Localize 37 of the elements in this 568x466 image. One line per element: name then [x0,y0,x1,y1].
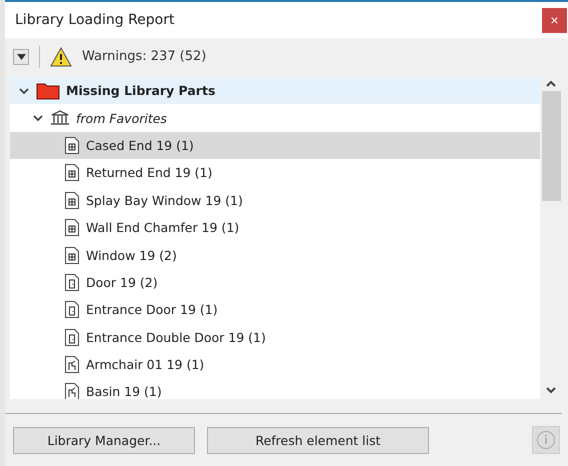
tree-label: Door 19 (2) [86,274,158,290]
folder-icon [36,82,60,100]
tree-label: Cased End 19 (1) [86,138,194,153]
tree-label: Splay Bay Window 19 (1) [86,192,243,208]
close-button[interactable]: × [542,8,567,32]
door-file-icon [64,300,80,320]
object-file-icon [64,382,80,399]
tree-label: Entrance Double Door 19 (1) [86,330,266,345]
window-file-icon [64,163,80,182]
scroll-up-icon[interactable] [545,79,557,89]
warning-icon [50,46,72,66]
tree-row[interactable]: Missing Library Parts [10,77,540,104]
door-file-icon [64,328,80,347]
tree-label: Wall End Chamfer 19 (1) [86,220,240,236]
scroll-down-icon[interactable] [545,385,557,395]
tree-label: Entrance Door 19 (1) [86,302,218,318]
warnings-count: Warnings: 237 (52) [82,49,206,64]
object-file-icon [64,355,80,374]
dropdown-button[interactable] [13,48,29,64]
scrollbar-thumb[interactable] [542,91,560,201]
tree-label: Window 19 (2) [86,248,177,263]
refresh-button[interactable]: Refresh element list [207,426,429,454]
door-file-icon [64,272,80,292]
window-file-icon [64,218,80,238]
tree-label: Armchair 01 19 (1) [86,357,204,372]
window-file-icon [64,190,80,210]
window-file-icon [64,246,80,265]
tree-label: Missing Library Parts [66,83,216,98]
tree-row[interactable]: Cased End 19 (1) [10,132,540,160]
library-icon [50,110,70,126]
caret-icon [16,54,26,60]
window-title: Library Loading Report [15,12,174,28]
tree-label: Returned End 19 (1) [86,165,212,180]
window-file-icon [64,136,80,155]
tree-label: Basin 19 (1) [86,384,162,399]
library-manager-button[interactable]: Library Manager... [13,426,195,454]
tree-label: from Favorites [76,110,167,126]
